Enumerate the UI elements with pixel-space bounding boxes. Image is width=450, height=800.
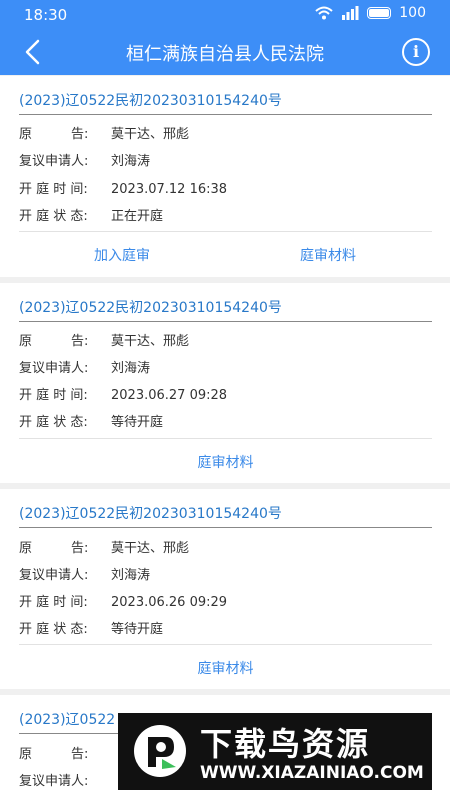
status-icons: 100 — [315, 5, 426, 21]
hearing-state-row: 开 庭 状 态: 正在开庭 — [19, 205, 163, 224]
page-title: 桓仁满族自治县人民法院 — [126, 44, 324, 65]
hearing-time-label: 开 庭 时 间: — [19, 388, 88, 403]
plaintiff-value: 莫干达、邢彪 — [111, 334, 190, 349]
status-bar: 18:30 100 — [0, 0, 450, 30]
plaintiff-row: 原 告: 莫干达、邢彪 — [19, 330, 189, 349]
plaintiff-label: 原 告: — [19, 334, 89, 349]
case-card: (2023)辽0522民初20230310154240号 原 告: 莫干达、邢彪 … — [0, 489, 450, 689]
case-divider — [19, 114, 432, 115]
case-number[interactable]: (2023)辽0522 — [19, 709, 115, 729]
applicant-row: 复议申请人: 刘海涛 — [19, 564, 150, 583]
signal-icon — [342, 6, 359, 20]
hearing-state-value: 等待开庭 — [111, 415, 164, 430]
join-hearing-button[interactable]: 加入庭审 — [19, 245, 225, 265]
applicant-row: 复议申请人: 刘海涛 — [19, 150, 150, 169]
hearing-time-row: 开 庭 时 间: 2023.07.12 16:38 — [19, 178, 227, 197]
hearing-time-label: 开 庭 时 间: — [19, 182, 88, 197]
applicant-row: 复议申请人: — [19, 770, 111, 789]
hearing-time-value: 2023.06.27 09:28 — [111, 388, 228, 403]
hearing-time-value: 2023.06.26 09:29 — [111, 595, 228, 610]
hearing-materials-button[interactable]: 庭审材料 — [19, 452, 432, 472]
hearing-state-row: 开 庭 状 态: 等待开庭 — [19, 618, 163, 637]
applicant-label: 复议申请人: — [19, 361, 89, 376]
case-number[interactable]: (2023)辽0522民初20230310154240号 — [19, 503, 282, 523]
watermark-title: 下载鸟资源 — [200, 725, 371, 763]
case-divider — [19, 321, 432, 322]
hearing-materials-button[interactable]: 庭审材料 — [225, 245, 431, 265]
hearing-state-label: 开 庭 状 态: — [19, 209, 88, 224]
applicant-label: 复议申请人: — [19, 774, 89, 789]
plaintiff-row: 原 告: 莫干达、邢彪 — [19, 537, 189, 556]
hearing-state-value: 等待开庭 — [111, 622, 164, 637]
status-time: 18:30 — [24, 6, 68, 24]
case-card: (2023)辽0522民初20230310154240号 原 告: 莫干达、邢彪 … — [0, 76, 450, 277]
plaintiff-row: 原 告: 莫干达、邢彪 — [19, 123, 189, 142]
applicant-label: 复议申请人: — [19, 154, 89, 169]
watermark-banner: 下载鸟资源 WWW.XIAZAINIAO.COM — [118, 713, 432, 790]
applicant-row: 复议申请人: 刘海涛 — [19, 357, 150, 376]
hearing-state-row: 开 庭 状 态: 等待开庭 — [19, 411, 163, 430]
hearing-materials-button[interactable]: 庭审材料 — [19, 658, 432, 678]
hearing-time-row: 开 庭 时 间: 2023.06.27 09:28 — [19, 384, 227, 403]
wifi-icon — [315, 6, 333, 20]
bird-logo-icon — [134, 725, 186, 777]
hearing-time-row: 开 庭 时 间: 2023.06.26 09:29 — [19, 591, 227, 610]
case-number[interactable]: (2023)辽0522民初20230310154240号 — [19, 297, 282, 317]
action-divider — [19, 438, 432, 439]
battery-level: 100 — [399, 5, 426, 21]
hearing-state-label: 开 庭 状 态: — [19, 622, 88, 637]
plaintiff-label: 原 告: — [19, 747, 89, 762]
action-divider — [19, 231, 432, 232]
plaintiff-row: 原 告: — [19, 743, 111, 762]
action-divider — [19, 644, 432, 645]
app-bar: 桓仁满族自治县人民法院 i — [0, 30, 450, 75]
applicant-value: 刘海涛 — [111, 154, 151, 169]
hearing-time-label: 开 庭 时 间: — [19, 595, 88, 610]
watermark-url: WWW.XIAZAINIAO.COM — [200, 763, 424, 783]
plaintiff-value: 莫干达、邢彪 — [111, 127, 190, 142]
hearing-state-value: 正在开庭 — [111, 209, 164, 224]
hearing-time-value: 2023.07.12 16:38 — [111, 182, 228, 197]
case-card: (2023)辽0522民初20230310154240号 原 告: 莫干达、邢彪 … — [0, 283, 450, 483]
case-number[interactable]: (2023)辽0522民初20230310154240号 — [19, 90, 282, 110]
plaintiff-value: 莫干达、邢彪 — [111, 541, 190, 556]
case-divider — [19, 527, 432, 528]
applicant-label: 复议申请人: — [19, 568, 89, 583]
applicant-value: 刘海涛 — [111, 361, 151, 376]
plaintiff-label: 原 告: — [19, 127, 89, 142]
battery-icon — [367, 7, 392, 19]
info-icon[interactable]: i — [402, 38, 430, 66]
plaintiff-label: 原 告: — [19, 541, 89, 556]
applicant-value: 刘海涛 — [111, 568, 151, 583]
hearing-state-label: 开 庭 状 态: — [19, 415, 88, 430]
